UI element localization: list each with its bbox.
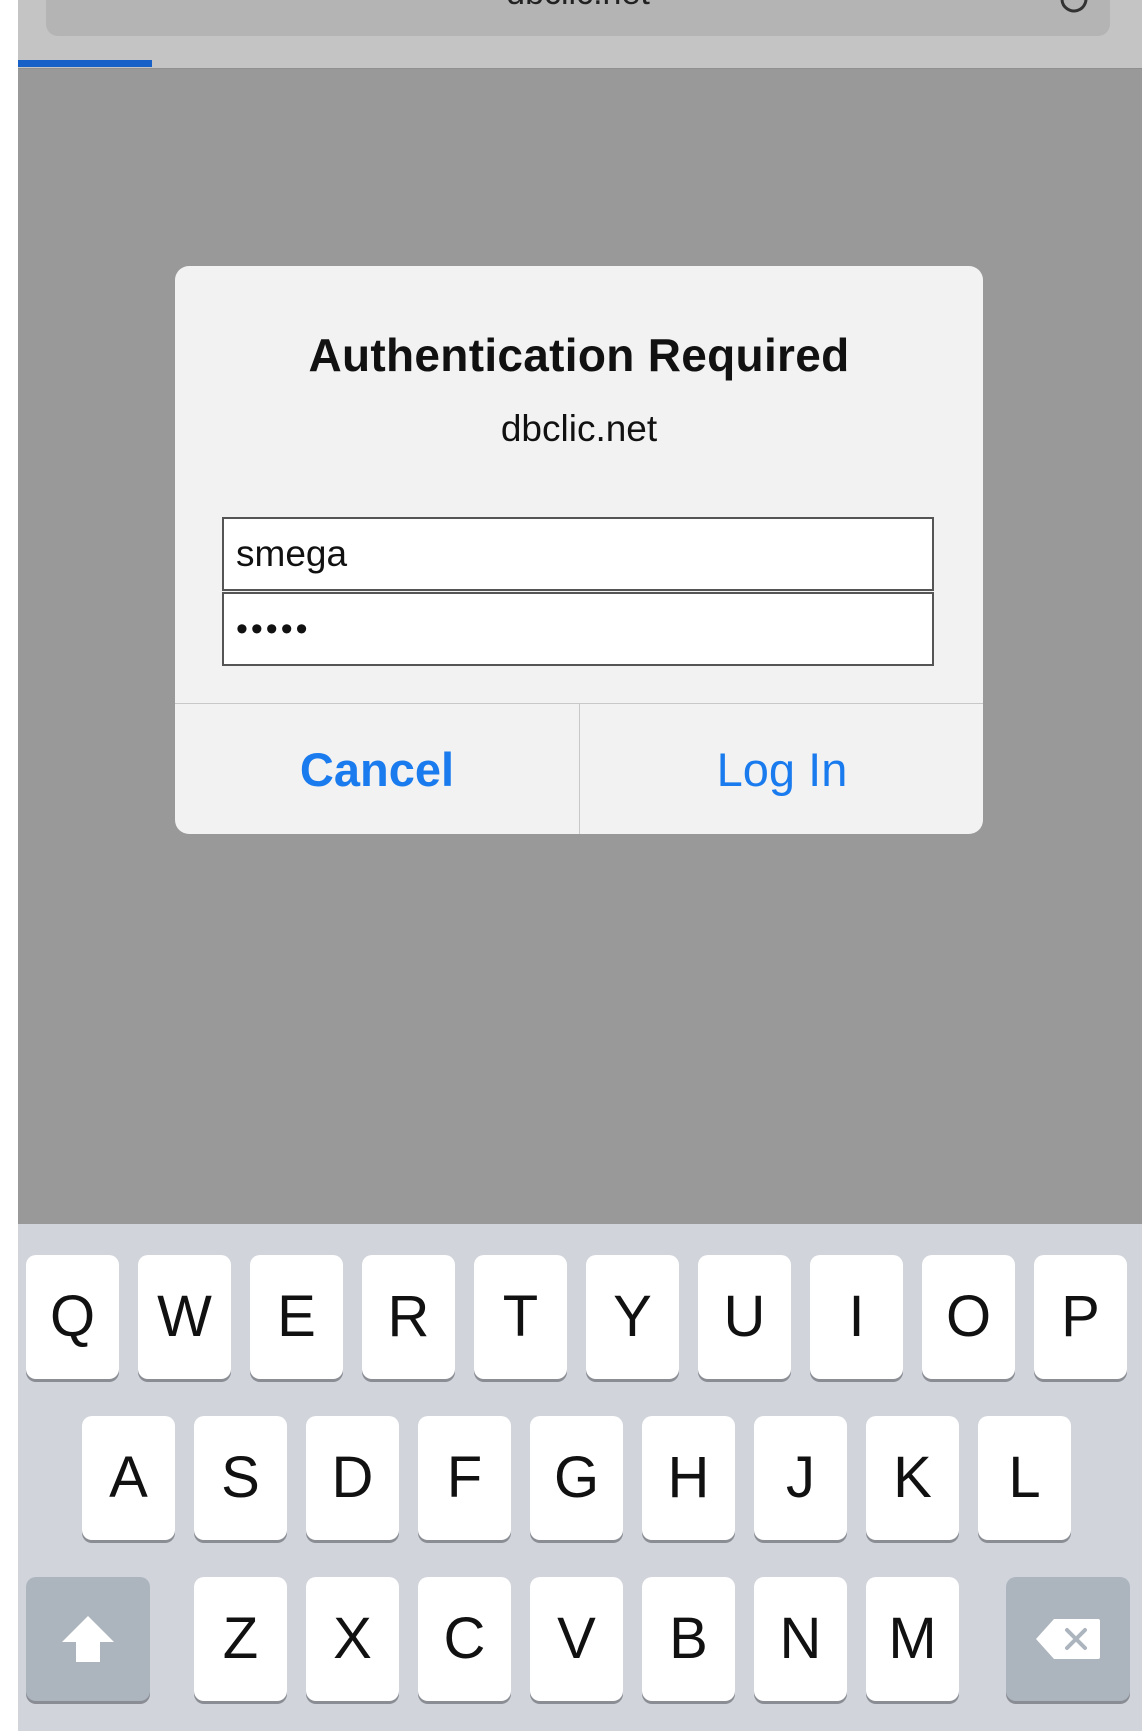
cancel-button[interactable]: Cancel	[175, 704, 579, 834]
key-m[interactable]: M	[866, 1577, 959, 1701]
screen: dbclic.net Authentication Required dbcli…	[18, 0, 1142, 1731]
reload-icon[interactable]	[1056, 0, 1092, 16]
key-y[interactable]: Y	[586, 1255, 679, 1379]
key-f[interactable]: F	[418, 1416, 511, 1540]
key-j[interactable]: J	[754, 1416, 847, 1540]
key-n[interactable]: N	[754, 1577, 847, 1701]
key-s[interactable]: S	[194, 1416, 287, 1540]
key-o[interactable]: O	[922, 1255, 1015, 1379]
key-v[interactable]: V	[530, 1577, 623, 1701]
key-d[interactable]: D	[306, 1416, 399, 1540]
password-field[interactable]: •••••	[222, 592, 934, 666]
key-g[interactable]: G	[530, 1416, 623, 1540]
key-z[interactable]: Z	[194, 1577, 287, 1701]
page-load-progress-bar	[18, 60, 152, 67]
key-a[interactable]: A	[82, 1416, 175, 1540]
key-t[interactable]: T	[474, 1255, 567, 1379]
key-u[interactable]: U	[698, 1255, 791, 1379]
key-x[interactable]: X	[306, 1577, 399, 1701]
backspace-icon	[1036, 1619, 1100, 1659]
key-p[interactable]: P	[1034, 1255, 1127, 1379]
login-button[interactable]: Log In	[579, 704, 983, 834]
key-c[interactable]: C	[418, 1577, 511, 1701]
key-h[interactable]: H	[642, 1416, 735, 1540]
key-i[interactable]: I	[810, 1255, 903, 1379]
browser-toolbar: dbclic.net	[18, 0, 1142, 69]
dialog-button-row: Cancel Log In	[175, 703, 983, 834]
delete-key[interactable]	[1006, 1577, 1130, 1701]
onscreen-keyboard: Q W E R T Y U I O P A S D F G H J K L Z …	[18, 1224, 1142, 1731]
key-l[interactable]: L	[978, 1416, 1071, 1540]
address-bar[interactable]: dbclic.net	[46, 0, 1110, 36]
address-bar-url[interactable]: dbclic.net	[46, 0, 1110, 13]
key-b[interactable]: B	[642, 1577, 735, 1701]
username-field[interactable]: smega	[222, 517, 934, 591]
key-q[interactable]: Q	[26, 1255, 119, 1379]
key-w[interactable]: W	[138, 1255, 231, 1379]
shift-key[interactable]	[26, 1577, 150, 1701]
key-r[interactable]: R	[362, 1255, 455, 1379]
dialog-title: Authentication Required	[308, 329, 850, 381]
dialog-host: dbclic.net	[500, 408, 658, 449]
authentication-dialog: Authentication Required dbclic.net smega…	[175, 266, 983, 834]
shift-arrow-icon	[62, 1616, 114, 1662]
key-e[interactable]: E	[250, 1255, 343, 1379]
key-k[interactable]: K	[866, 1416, 959, 1540]
